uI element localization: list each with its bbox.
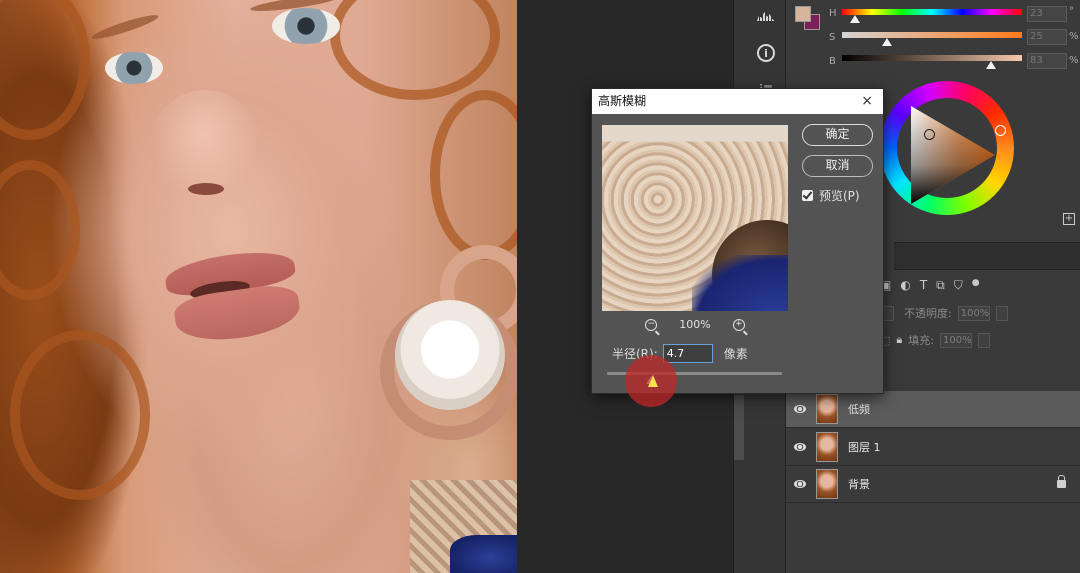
photo-canvas[interactable] bbox=[0, 0, 517, 573]
foreground-color-swatch[interactable] bbox=[795, 6, 811, 22]
layer-row[interactable]: 图层 1 bbox=[786, 429, 1080, 466]
hue-label: H bbox=[829, 8, 837, 19]
preview-label: 预览(P) bbox=[819, 189, 860, 203]
saturation-unit: % bbox=[1069, 31, 1079, 42]
histogram-icon[interactable] bbox=[752, 2, 780, 30]
preview-fabric bbox=[692, 255, 788, 311]
fill-label: 填充: bbox=[908, 334, 934, 347]
opacity-label: 不透明度: bbox=[904, 307, 952, 320]
layer-row[interactable]: 低频 bbox=[786, 391, 1080, 428]
dialog-title: 高斯模糊 bbox=[592, 89, 883, 114]
ok-button[interactable]: 确定 bbox=[802, 124, 873, 146]
info-icon[interactable]: i bbox=[752, 39, 780, 67]
hue-unit: ° bbox=[1069, 6, 1074, 17]
type-icon[interactable]: T bbox=[920, 278, 927, 293]
fill-input[interactable]: 100% bbox=[939, 332, 972, 348]
layer-thumbnail bbox=[816, 432, 838, 462]
dot-icon[interactable]: ● bbox=[972, 278, 980, 293]
eye-icon[interactable] bbox=[794, 443, 806, 451]
zoom-level: 100% bbox=[679, 318, 711, 331]
layer-filter-toolbar: ▣ ◐ T ⧉ ⛉ ● bbox=[880, 278, 980, 293]
hair-curl bbox=[10, 330, 150, 500]
fill-dropdown[interactable] bbox=[977, 332, 990, 348]
layer-thumbnail bbox=[816, 394, 838, 424]
zoom-out-icon[interactable]: − bbox=[645, 318, 658, 331]
brightness-input[interactable]: 83 bbox=[1027, 53, 1067, 69]
saturation-input[interactable]: 25 bbox=[1027, 29, 1067, 45]
circle-half-icon[interactable]: ◐ bbox=[900, 278, 910, 293]
fill-row: ⬚ 🔒︎ 填充: 100% bbox=[880, 332, 990, 348]
hue-slider-thumb[interactable] bbox=[850, 15, 860, 23]
nostril bbox=[188, 183, 224, 195]
lock-icon[interactable] bbox=[1057, 475, 1066, 488]
preview-checkbox-row[interactable]: 预览(P) bbox=[802, 187, 860, 204]
opacity-input[interactable]: 100% bbox=[957, 305, 990, 321]
stamp-icon[interactable]: ⛉ bbox=[954, 278, 963, 293]
cancel-button[interactable]: 取消 bbox=[802, 155, 873, 177]
brightness-slider-thumb[interactable] bbox=[986, 61, 996, 69]
opacity-dropdown[interactable] bbox=[995, 305, 1008, 321]
eyebrow bbox=[90, 11, 160, 43]
layer-row[interactable]: 背景 bbox=[786, 466, 1080, 503]
eye-icon[interactable] bbox=[794, 480, 806, 488]
opacity-row: 不透明度: 100% bbox=[880, 305, 1008, 321]
layer-name: 图层 1 bbox=[848, 441, 881, 454]
layer-name: 背景 bbox=[848, 478, 870, 491]
close-icon[interactable]: × bbox=[861, 89, 873, 114]
saturation-slider-thumb[interactable] bbox=[882, 38, 892, 46]
lock-all-icon[interactable]: 🔒︎ bbox=[896, 333, 902, 347]
layer-thumbnail bbox=[816, 469, 838, 499]
radius-row: 半径(R): 4.7 像素 bbox=[612, 344, 748, 363]
scrollbar[interactable] bbox=[734, 395, 744, 460]
blue-fabric bbox=[450, 535, 517, 573]
transform-icon[interactable]: ⧉ bbox=[936, 278, 945, 293]
layer-name: 低频 bbox=[848, 403, 870, 416]
hair-curl bbox=[330, 0, 500, 100]
eye bbox=[272, 8, 340, 44]
eye bbox=[105, 52, 163, 84]
cursor-icon bbox=[648, 375, 658, 387]
hair-curl bbox=[0, 0, 90, 140]
hue-ring-marker[interactable] bbox=[995, 125, 1006, 136]
saturation-label: S bbox=[829, 32, 836, 43]
earring-rose bbox=[395, 300, 505, 410]
add-icon[interactable]: + bbox=[1063, 213, 1075, 225]
eye-icon[interactable] bbox=[794, 405, 806, 413]
hue-input[interactable]: 23 bbox=[1027, 6, 1067, 22]
hair-curl bbox=[0, 160, 80, 300]
preview-image[interactable] bbox=[602, 125, 788, 311]
gaussian-blur-dialog: 高斯模糊 × − 100% + 半径(R): 4.7 像素 确定 取消 预览(P… bbox=[591, 88, 884, 394]
radius-unit: 像素 bbox=[723, 347, 748, 361]
saturation-slider[interactable] bbox=[842, 32, 1022, 38]
zoom-in-icon[interactable]: + bbox=[732, 318, 745, 331]
brightness-label: B bbox=[829, 56, 836, 67]
hue-slider[interactable] bbox=[842, 9, 1022, 15]
color-picker-marker[interactable] bbox=[924, 129, 935, 140]
hair-curl bbox=[430, 90, 517, 260]
preview-checkbox[interactable] bbox=[802, 190, 813, 201]
brightness-unit: % bbox=[1069, 55, 1079, 66]
radius-input[interactable]: 4.7 bbox=[662, 344, 713, 363]
zoom-controls: − 100% + bbox=[602, 318, 788, 331]
